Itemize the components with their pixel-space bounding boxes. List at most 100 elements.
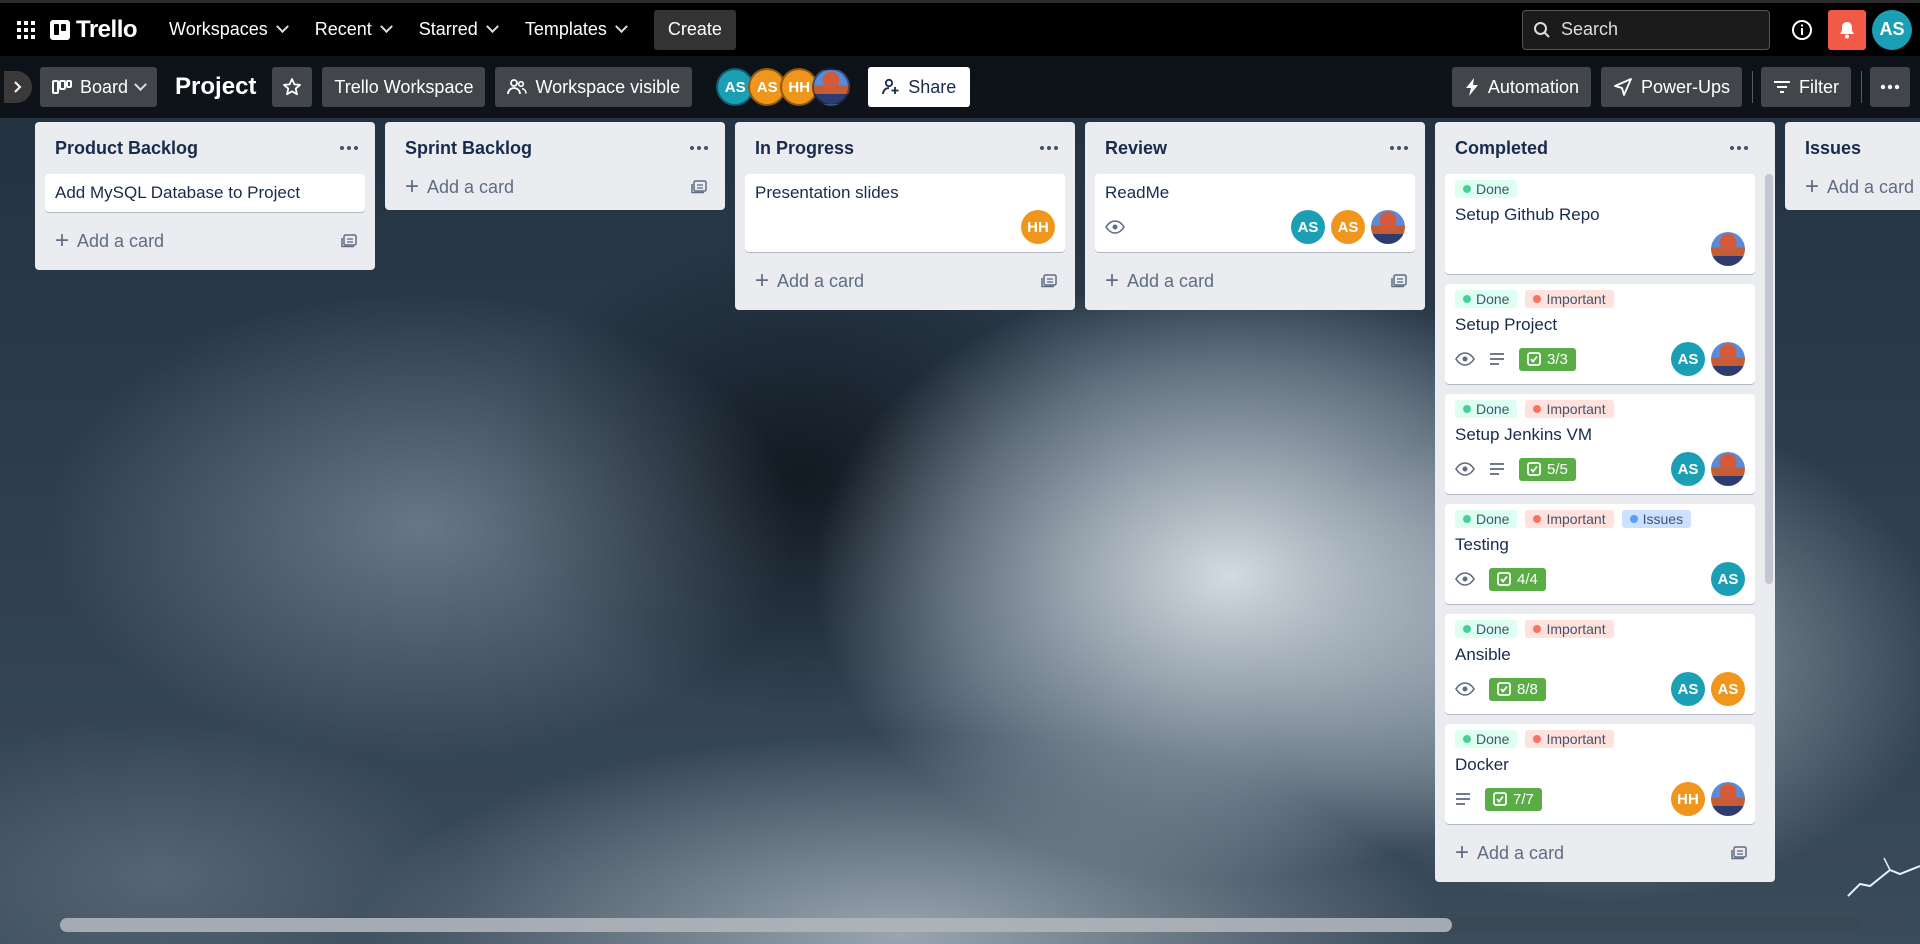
user-avatar[interactable]: AS [1872, 9, 1912, 50]
label-issues: Issues [1621, 510, 1692, 528]
add-card-button[interactable]: + Add a card [1095, 262, 1415, 300]
search-input[interactable] [1561, 19, 1751, 40]
powerups-label: Power-Ups [1640, 76, 1730, 97]
member-avatar[interactable]: AS [1711, 672, 1745, 706]
create-button[interactable]: Create [653, 9, 736, 50]
member-avatar-photo[interactable] [1711, 452, 1745, 486]
add-card-label: Add a card [1477, 842, 1565, 863]
star-board-button[interactable] [272, 67, 313, 107]
board-title[interactable]: Project [175, 73, 256, 101]
template-icon[interactable] [341, 234, 357, 248]
label-done: Done [1455, 290, 1518, 308]
member-avatar-photo[interactable] [1711, 782, 1745, 816]
app-switcher-icon[interactable] [10, 14, 42, 46]
nav-label: Starred [418, 19, 478, 39]
member-avatar[interactable]: AS [1671, 672, 1705, 706]
nav-templates[interactable]: Templates [511, 10, 640, 50]
horizontal-scrollbar-thumb[interactable] [60, 918, 1452, 932]
board-menu-button[interactable] [1870, 67, 1910, 107]
card[interactable]: Done Important Docker 7/7 HH [1445, 724, 1755, 824]
member-avatar[interactable]: HH [1671, 782, 1705, 816]
member-avatar[interactable]: AS [1671, 452, 1705, 486]
template-icon[interactable] [691, 180, 707, 194]
list-header[interactable]: In Progress [745, 122, 1065, 174]
sidebar-toggle[interactable] [4, 71, 32, 103]
list-header[interactable]: Issues [1795, 122, 1920, 174]
board-header: Board Project Trello Workspace Workspace… [0, 56, 1920, 118]
member-avatar[interactable]: AS [1331, 210, 1365, 244]
eye-icon [1455, 572, 1475, 586]
info-icon[interactable] [1782, 10, 1822, 50]
nav-starred[interactable]: Starred [405, 10, 511, 50]
member-avatar[interactable]: AS [1671, 342, 1705, 376]
member-avatar-photo[interactable] [1711, 342, 1745, 376]
member-avatar[interactable]: AS [1711, 562, 1745, 596]
member-avatar[interactable]: AS [1291, 210, 1325, 244]
checkbox-icon [1497, 682, 1511, 696]
template-icon[interactable] [1731, 846, 1747, 860]
list-scrollbar[interactable] [1765, 174, 1773, 584]
nav-workspaces[interactable]: Workspaces [155, 10, 301, 50]
add-card-button[interactable]: + Add a card [745, 262, 1065, 300]
list-menu-icon[interactable] [335, 134, 363, 162]
list-sprint-backlog: Sprint Backlog + Add a card [385, 122, 725, 210]
list-menu-icon[interactable] [1385, 134, 1413, 162]
label-done: Done [1455, 510, 1518, 528]
list-issues: Issues + Add a card [1785, 122, 1920, 210]
add-card-button[interactable]: + Add a card [1795, 168, 1920, 206]
workspace-label: Trello Workspace [334, 76, 474, 97]
share-button[interactable]: Share [868, 67, 971, 107]
list-header[interactable]: Product Backlog [45, 122, 365, 174]
card[interactable]: Done Important Setup Jenkins VM 5/5 AS [1445, 394, 1755, 494]
card[interactable]: Done Important Issues Testing 4/4 AS [1445, 504, 1755, 604]
add-card-button[interactable]: + Add a card [1445, 834, 1755, 872]
template-icon[interactable] [1041, 274, 1057, 288]
add-card-button[interactable]: + Add a card [395, 168, 715, 206]
divider [1861, 71, 1862, 103]
label-done: Done [1455, 180, 1518, 198]
list-title: In Progress [755, 137, 855, 158]
list-menu-icon[interactable] [1725, 134, 1753, 162]
label-done: Done [1455, 400, 1518, 418]
eye-icon [1455, 352, 1475, 366]
board-view-switcher[interactable]: Board [40, 67, 158, 107]
add-card-label: Add a card [1127, 270, 1215, 291]
card[interactable]: Done Important Setup Project 3/3 AS [1445, 284, 1755, 384]
card[interactable]: Done Important Ansible 8/8 AS AS [1445, 614, 1755, 714]
card[interactable]: Done Setup Github Repo [1445, 174, 1755, 274]
card-title: Add MySQL Database to Project [55, 183, 301, 202]
member-avatar[interactable]: HH [1021, 210, 1055, 244]
card[interactable]: Presentation slides HH [745, 174, 1065, 252]
checklist-badge: 8/8 [1489, 677, 1546, 701]
share-label: Share [908, 76, 957, 97]
plus-icon: + [1455, 839, 1470, 866]
add-card-button[interactable]: + Add a card [45, 222, 365, 260]
workspace-button[interactable]: Trello Workspace [322, 67, 486, 107]
card[interactable]: Add MySQL Database to Project [45, 174, 365, 212]
list-header[interactable]: Review [1095, 122, 1415, 174]
template-icon[interactable] [1391, 274, 1407, 288]
visibility-button[interactable]: Workspace visible [495, 67, 693, 107]
search-box[interactable] [1522, 9, 1770, 50]
list-header[interactable]: Completed [1445, 122, 1755, 174]
automation-button[interactable]: Automation [1451, 67, 1591, 107]
member-avatar-photo[interactable] [1371, 210, 1405, 244]
more-icon [1880, 84, 1900, 90]
list-header[interactable]: Sprint Backlog [395, 122, 715, 174]
list-menu-icon[interactable] [685, 134, 713, 162]
powerups-button[interactable]: Power-Ups [1600, 67, 1742, 107]
nav-recent[interactable]: Recent [301, 10, 405, 50]
lightning-decoration [1847, 857, 1920, 897]
trello-logo[interactable]: Trello [50, 16, 138, 44]
list-title: Review [1105, 137, 1168, 158]
member-avatar-photo[interactable] [1711, 232, 1745, 266]
card[interactable]: ReadMe AS AS [1095, 174, 1415, 252]
checklist-badge: 5/5 [1519, 457, 1576, 481]
chevron-down-icon [379, 20, 393, 34]
filter-button[interactable]: Filter [1761, 67, 1851, 107]
notifications-button[interactable] [1828, 9, 1866, 50]
list-title: Issues [1805, 137, 1862, 158]
member-avatar-photo[interactable] [812, 68, 851, 106]
list-title: Product Backlog [55, 137, 199, 158]
list-menu-icon[interactable] [1035, 134, 1063, 162]
